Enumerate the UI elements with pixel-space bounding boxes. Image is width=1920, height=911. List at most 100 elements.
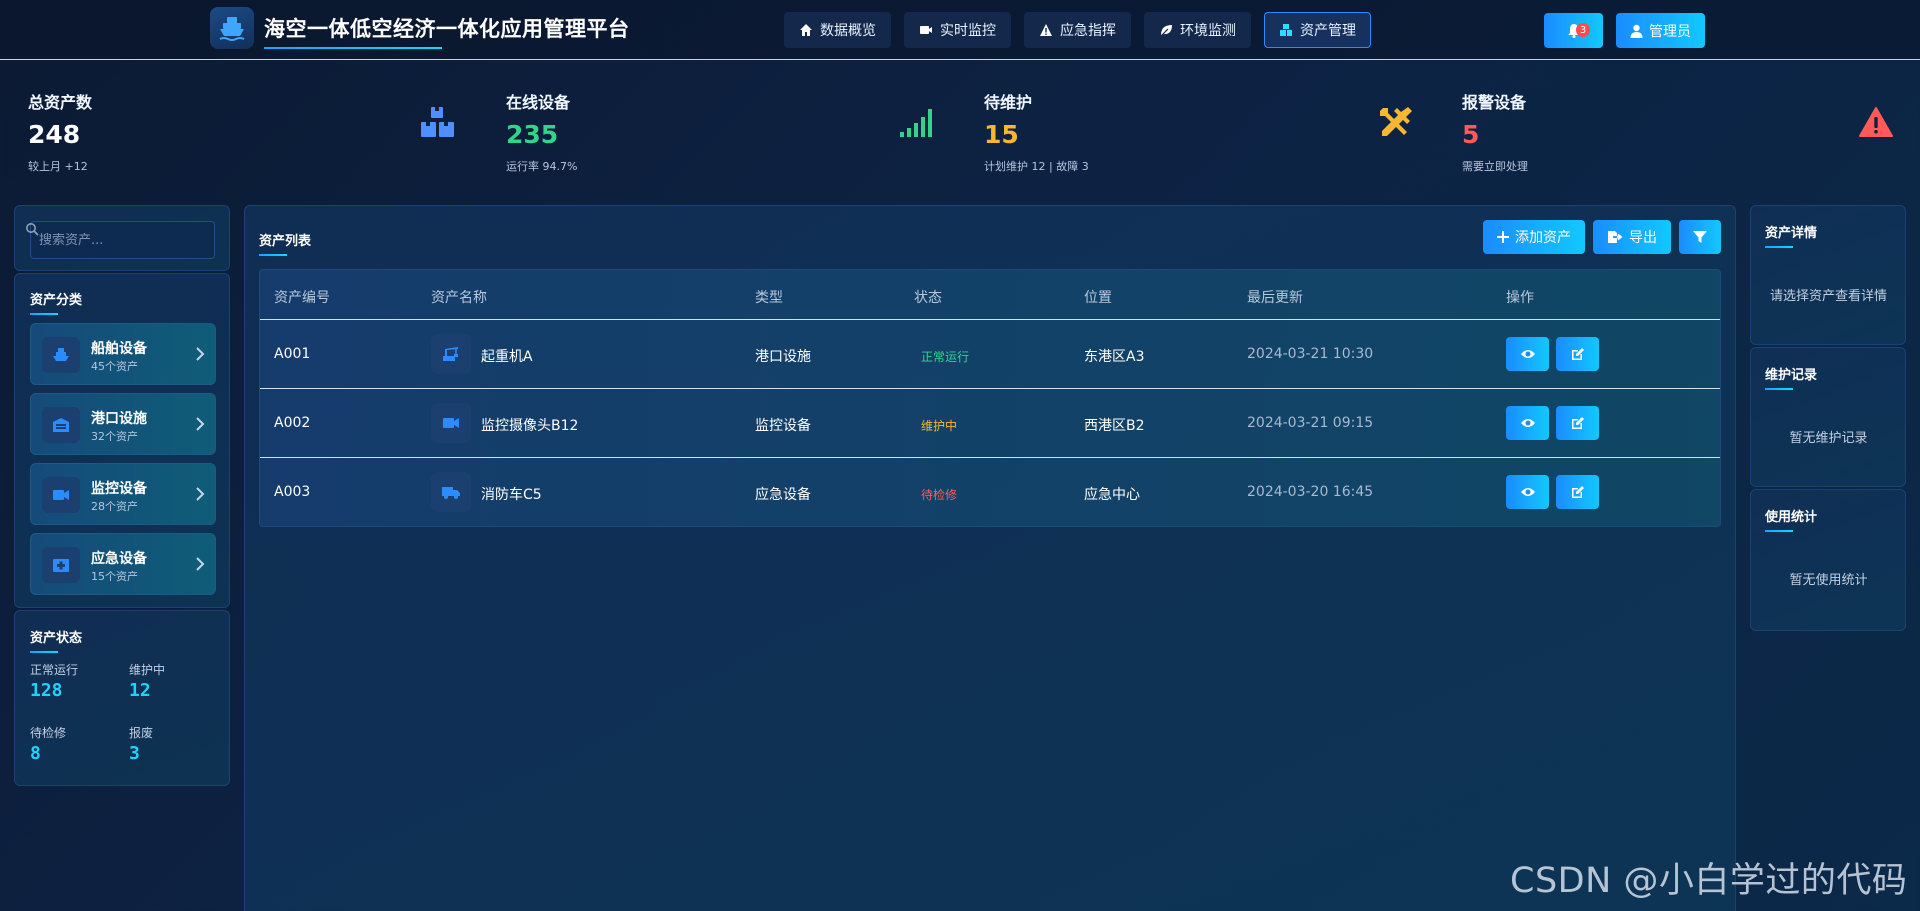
stat-value: 235 [506, 120, 559, 149]
export-button[interactable]: 导出 [1593, 220, 1671, 254]
eye-icon [1520, 488, 1535, 496]
category-count: 32个资产 [91, 430, 138, 443]
chevron-right-icon [196, 487, 205, 501]
edit-button[interactable] [1556, 475, 1599, 509]
boxes-icon [1280, 24, 1292, 36]
filter-button[interactable] [1679, 220, 1721, 254]
asset-table: 资产编号 资产名称 类型 状态 位置 最后更新 操作 A001 起重机A 港口设… [259, 269, 1721, 527]
warning-icon [1040, 24, 1052, 36]
export-icon [1608, 231, 1623, 243]
alert-triangle-icon [1854, 101, 1898, 143]
status-inspection-label: 待检修 [30, 726, 67, 740]
stat-sub: 需要立即处理 [1462, 160, 1528, 173]
category-port[interactable]: 港口设施 32个资产 [30, 393, 216, 455]
category-ship[interactable]: 船舶设备 45个资产 [30, 323, 216, 385]
add-asset-button[interactable]: 添加资产 [1483, 220, 1585, 254]
usage-empty: 暂无使用统计 [1789, 573, 1868, 588]
category-count: 28个资产 [91, 500, 138, 513]
category-name: 应急设备 [91, 551, 147, 567]
stats-bar: 总资产数 248 较上月 +12 在线设备 235 运行率 94.7% 待维护 … [0, 61, 1920, 186]
stat-label: 报警设备 [1462, 93, 1527, 112]
leaf-icon [1160, 25, 1172, 37]
export-label: 导出 [1629, 230, 1657, 246]
stat-total-assets: 总资产数 248 较上月 +12 [0, 61, 478, 186]
user-menu-button[interactable]: 管理员 [1616, 13, 1705, 48]
nav-overview[interactable]: 数据概览 [784, 12, 891, 48]
asset-detail-title: 资产详情 [1765, 222, 1817, 248]
divider [260, 388, 1720, 389]
status-maintenance-value: 12 [129, 680, 151, 701]
tools-icon [1374, 101, 1418, 143]
stat-value: 15 [984, 120, 1019, 149]
notification-button[interactable]: 3 [1544, 13, 1603, 48]
eye-icon [1520, 350, 1535, 358]
video-icon [920, 26, 932, 34]
notification-badge: 3 [1576, 23, 1590, 37]
view-button[interactable] [1506, 337, 1549, 371]
maintenance-panel: 维护记录 暂无维护记录 [1750, 347, 1906, 487]
brand: 海空一体低空经济一体化应用管理平台 [210, 7, 630, 49]
nav-overview-label: 数据概览 [820, 23, 876, 39]
main-nav: 数据概览 实时监控 应急指挥 环境监测 资产管理 [784, 12, 1371, 48]
stat-label: 在线设备 [506, 93, 571, 112]
nav-monitor-label: 实时监控 [940, 23, 996, 39]
column-header: 资产编号 [274, 290, 330, 306]
stat-label: 待维护 [984, 93, 1033, 112]
nav-emergency[interactable]: 应急指挥 [1024, 12, 1131, 48]
nav-assets-label: 资产管理 [1300, 23, 1356, 39]
category-monitor[interactable]: 监控设备 28个资产 [30, 463, 216, 525]
view-button[interactable] [1506, 475, 1549, 509]
home-icon [800, 24, 812, 36]
asset-name: 监控摄像头B12 [481, 418, 579, 434]
filter-icon [1693, 231, 1707, 243]
divider [260, 457, 1720, 458]
status-badge: 正常运行 [921, 350, 970, 364]
status-scrapped-value: 3 [129, 743, 140, 764]
eye-icon [1520, 419, 1535, 427]
nav-assets[interactable]: 资产管理 [1264, 12, 1371, 48]
chevron-right-icon [196, 347, 205, 361]
search-icon [26, 223, 39, 236]
asset-type: 应急设备 [755, 487, 811, 503]
asset-type: 港口设施 [755, 349, 811, 365]
nav-environment[interactable]: 环境监测 [1144, 12, 1251, 48]
asset-location: 西港区B2 [1084, 418, 1145, 434]
status-title: 资产状态 [30, 627, 82, 653]
status-inspection-value: 8 [30, 743, 41, 764]
header-actions: 3 管理员 [1544, 13, 1705, 48]
edit-button[interactable] [1556, 406, 1599, 440]
top-header: 海空一体低空经济一体化应用管理平台 数据概览 实时监控 应急指挥 环境监测 资产… [0, 0, 1920, 60]
user-label: 管理员 [1649, 23, 1691, 40]
category-name: 船舶设备 [91, 341, 147, 357]
asset-updated: 2024-03-21 10:30 [1247, 346, 1374, 362]
edit-button[interactable] [1556, 337, 1599, 371]
divider [260, 319, 1720, 320]
crane-icon [431, 334, 471, 374]
status-badge: 维护中 [921, 419, 958, 433]
app-title: 海空一体低空经济一体化应用管理平台 [264, 13, 630, 49]
search-input[interactable] [39, 232, 189, 248]
category-count: 15个资产 [91, 570, 138, 583]
asset-list-title: 资产列表 [259, 230, 311, 256]
status-badge: 待检修 [921, 488, 958, 502]
stat-sub: 运行率 94.7% [506, 160, 578, 173]
watermark: CSDN @小白学过的代码 [1510, 861, 1908, 901]
nav-monitor[interactable]: 实时监控 [904, 12, 1011, 48]
asset-detail-empty: 请选择资产查看详情 [1769, 289, 1887, 304]
column-header: 状态 [914, 290, 942, 306]
edit-icon [1571, 417, 1584, 429]
category-emergency[interactable]: 应急设备 15个资产 [30, 533, 216, 595]
asset-id: A002 [274, 415, 311, 431]
stat-label: 总资产数 [28, 93, 93, 112]
plus-icon [1497, 231, 1509, 243]
category-count: 45个资产 [91, 360, 138, 373]
status-normal-label: 正常运行 [30, 663, 79, 677]
asset-list-panel: 资产列表 添加资产 导出 资产编号 资产名称 类型 状态 位置 最后更新 操作 … [244, 205, 1736, 911]
search-box[interactable] [30, 221, 215, 259]
column-header: 资产名称 [431, 290, 487, 306]
asset-updated: 2024-03-20 16:45 [1247, 484, 1374, 500]
chevron-right-icon [196, 417, 205, 431]
ship-logo-icon [210, 7, 254, 49]
category-name: 监控设备 [91, 481, 147, 497]
view-button[interactable] [1506, 406, 1549, 440]
